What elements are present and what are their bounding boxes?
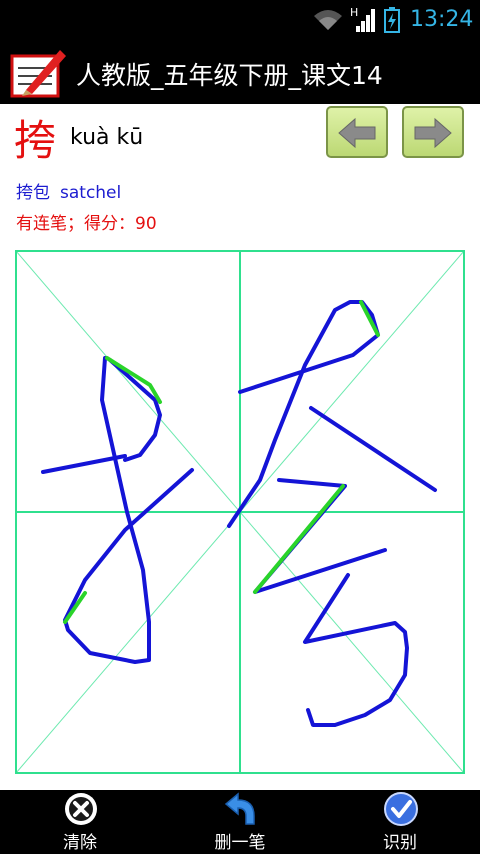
previous-button[interactable] xyxy=(326,106,388,158)
clock: 13:24 xyxy=(410,7,474,32)
recognize-label: 识别 xyxy=(383,833,417,853)
status-bar: H 13:24 xyxy=(0,0,480,40)
stroke-hook xyxy=(63,356,194,664)
result-text: 有连笔；得分：90 xyxy=(16,214,157,234)
network-type-label: H xyxy=(350,6,358,19)
arrow-right-icon xyxy=(414,117,452,149)
undo-icon xyxy=(222,792,258,830)
target-character: 挎 xyxy=(14,116,57,165)
stroke-upper-horizontal xyxy=(227,300,380,528)
pinyin-label: kuà kū xyxy=(70,125,144,150)
example-word: 挎包 satchel xyxy=(16,178,121,203)
stroke-horizontal-left xyxy=(41,454,127,474)
clear-label: 清除 xyxy=(63,833,97,853)
recognize-button[interactable]: 识别 xyxy=(340,790,460,854)
signal-icon: H xyxy=(350,6,378,38)
stroke-right-slant xyxy=(309,406,437,492)
wifi-icon xyxy=(312,8,344,36)
writing-canvas[interactable] xyxy=(15,250,466,780)
connected-stroke-marks xyxy=(63,300,380,624)
stroke-mid-horizontal xyxy=(253,478,387,594)
word-english: satchel xyxy=(60,183,122,203)
page-title: 人教版_五年级下册_课文14 xyxy=(76,61,383,90)
arrow-left-icon xyxy=(338,117,376,149)
check-icon xyxy=(384,792,418,830)
title-bar: 人教版_五年级下册_课文14 xyxy=(0,40,480,104)
app-icon xyxy=(8,46,68,100)
undo-stroke-button[interactable]: 删一笔 xyxy=(180,790,300,854)
next-button[interactable] xyxy=(402,106,464,158)
word-chinese: 挎包 xyxy=(16,183,50,203)
bottom-toolbar: 清除 删一笔 识别 xyxy=(0,790,480,854)
clear-button[interactable]: 清除 xyxy=(20,790,140,854)
close-icon xyxy=(64,792,98,830)
stroke-bottom-hook xyxy=(303,573,409,727)
undo-label: 删一笔 xyxy=(214,833,266,853)
battery-icon xyxy=(384,7,400,37)
